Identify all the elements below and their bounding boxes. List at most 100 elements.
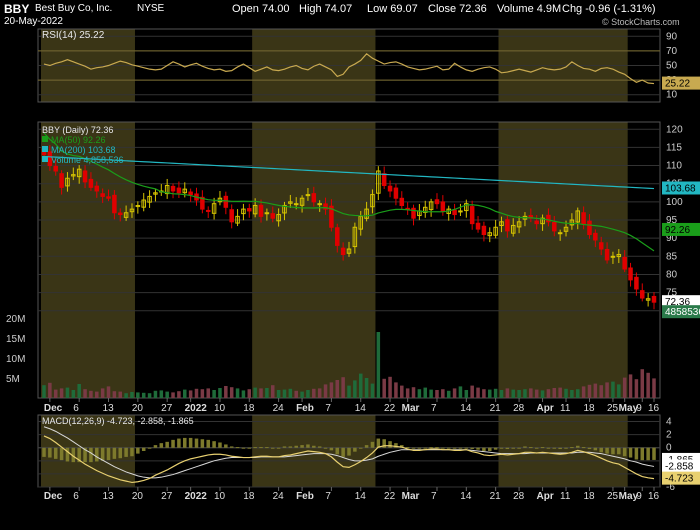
macd-histogram-bar	[200, 439, 205, 448]
macd-histogram-bar	[599, 447, 603, 453]
macd-histogram-bar	[253, 447, 257, 449]
candle-body	[505, 219, 510, 232]
volume-bar	[517, 390, 521, 398]
x-axis-label-bottom: Apr	[537, 491, 554, 502]
volume-tick-label: 15M	[6, 334, 25, 345]
candle-body	[587, 220, 592, 236]
volume-bar	[464, 390, 469, 398]
volume-bar	[634, 379, 639, 398]
volume-bar	[218, 388, 222, 398]
macd-histogram-bar	[288, 446, 293, 448]
rsi-tick-label: 70	[666, 46, 678, 57]
macd-tick-label: 2	[666, 430, 672, 441]
macd-histogram-bar	[411, 447, 416, 449]
x-axis-label: 14	[355, 403, 367, 414]
ma200-badge: 103.68	[665, 183, 696, 194]
candle-body	[176, 187, 182, 194]
x-axis-label: 18	[243, 403, 255, 414]
volume-bar	[95, 391, 99, 398]
volume-bar	[259, 388, 263, 398]
x-axis-label: Dec	[44, 403, 63, 414]
volume-bar	[622, 377, 627, 398]
x-axis-label-bottom: 13	[103, 491, 115, 502]
volume-bar	[423, 387, 428, 398]
volume-bar	[546, 389, 551, 398]
candle-body	[170, 185, 176, 192]
volume-bar	[335, 380, 340, 398]
macd-histogram-bar	[458, 447, 463, 449]
ma50-badge: 92.26	[665, 225, 690, 236]
candle-body	[534, 220, 539, 225]
volume-bar	[77, 384, 81, 398]
rsi-title: RSI(14) 25.22	[42, 30, 105, 41]
macd-histogram-bar	[294, 445, 298, 448]
legend-swatch	[42, 146, 48, 152]
volume-bar	[247, 389, 252, 398]
macd-histogram-bar	[358, 447, 363, 449]
macd-histogram-bar	[247, 447, 252, 449]
volume-bar	[59, 388, 64, 398]
macd-histogram-bar	[171, 439, 175, 448]
macd-histogram-bar	[329, 447, 334, 451]
macd-histogram-bar	[517, 447, 521, 449]
candle-body	[651, 295, 657, 303]
volume-bar	[523, 389, 527, 398]
macd-histogram-bar	[347, 447, 351, 456]
candle-body	[634, 276, 639, 290]
volume-bar	[130, 392, 134, 398]
macd-title: MACD(12,26,9) -4.723, -2.858, -1.865	[42, 416, 194, 426]
macd-histogram-bar	[282, 446, 287, 448]
candle-body	[628, 267, 633, 281]
macd-histogram-bar	[89, 447, 93, 463]
volume-bar	[570, 390, 574, 398]
candle-body	[622, 256, 627, 270]
volume-bar	[48, 382, 52, 398]
macd-histogram-bar	[441, 447, 445, 449]
candle-body	[481, 225, 487, 236]
macd-histogram-bar	[130, 447, 134, 457]
macd-histogram-bar	[100, 447, 105, 461]
x-axis-label: 24	[273, 403, 285, 414]
volume-bar	[458, 386, 463, 398]
volume-bar	[165, 391, 169, 398]
macd-histogram-bar	[540, 447, 545, 449]
rsi-tick-label: 50	[666, 61, 678, 72]
macd-histogram-bar	[435, 447, 439, 449]
volume-bar	[511, 389, 515, 398]
candle-body	[311, 193, 317, 203]
macd-histogram-bar	[529, 447, 533, 449]
x-axis-label-bottom: 7	[431, 491, 437, 502]
volume-bar	[599, 385, 603, 398]
macd-histogram-bar	[59, 447, 64, 461]
macd-histogram-bar	[276, 447, 281, 449]
candle-body	[598, 242, 604, 250]
volume-bar	[136, 392, 140, 398]
volume-bar	[540, 390, 545, 398]
macd-histogram-bar	[417, 447, 422, 449]
volume-bar	[446, 390, 451, 398]
volume-bar	[646, 372, 650, 398]
macd-histogram-bar	[488, 447, 492, 451]
candle-body	[440, 201, 446, 212]
candle-body	[557, 232, 563, 235]
candle-body	[188, 191, 193, 196]
macd-histogram-bar	[224, 444, 228, 448]
macd-histogram-bar	[317, 446, 322, 448]
rsi-tick-label: 90	[666, 31, 678, 42]
volume-bar	[100, 388, 105, 398]
volume-bar	[89, 390, 93, 398]
volume-bar	[71, 390, 76, 398]
macd-histogram-bar	[112, 447, 117, 459]
macd-histogram-bar	[241, 447, 246, 449]
candle-body	[552, 222, 557, 232]
candle-body	[381, 173, 387, 187]
price-tick-label: 110	[666, 161, 682, 172]
candle-body	[610, 255, 616, 258]
candle-body	[469, 206, 475, 225]
macd-tick-label: 4	[666, 417, 672, 428]
volume-bar	[441, 389, 445, 398]
macd-histogram-bar	[546, 447, 551, 449]
candle-body	[100, 193, 105, 197]
macd-histogram-bar	[42, 447, 46, 457]
volume-bar	[493, 388, 498, 398]
